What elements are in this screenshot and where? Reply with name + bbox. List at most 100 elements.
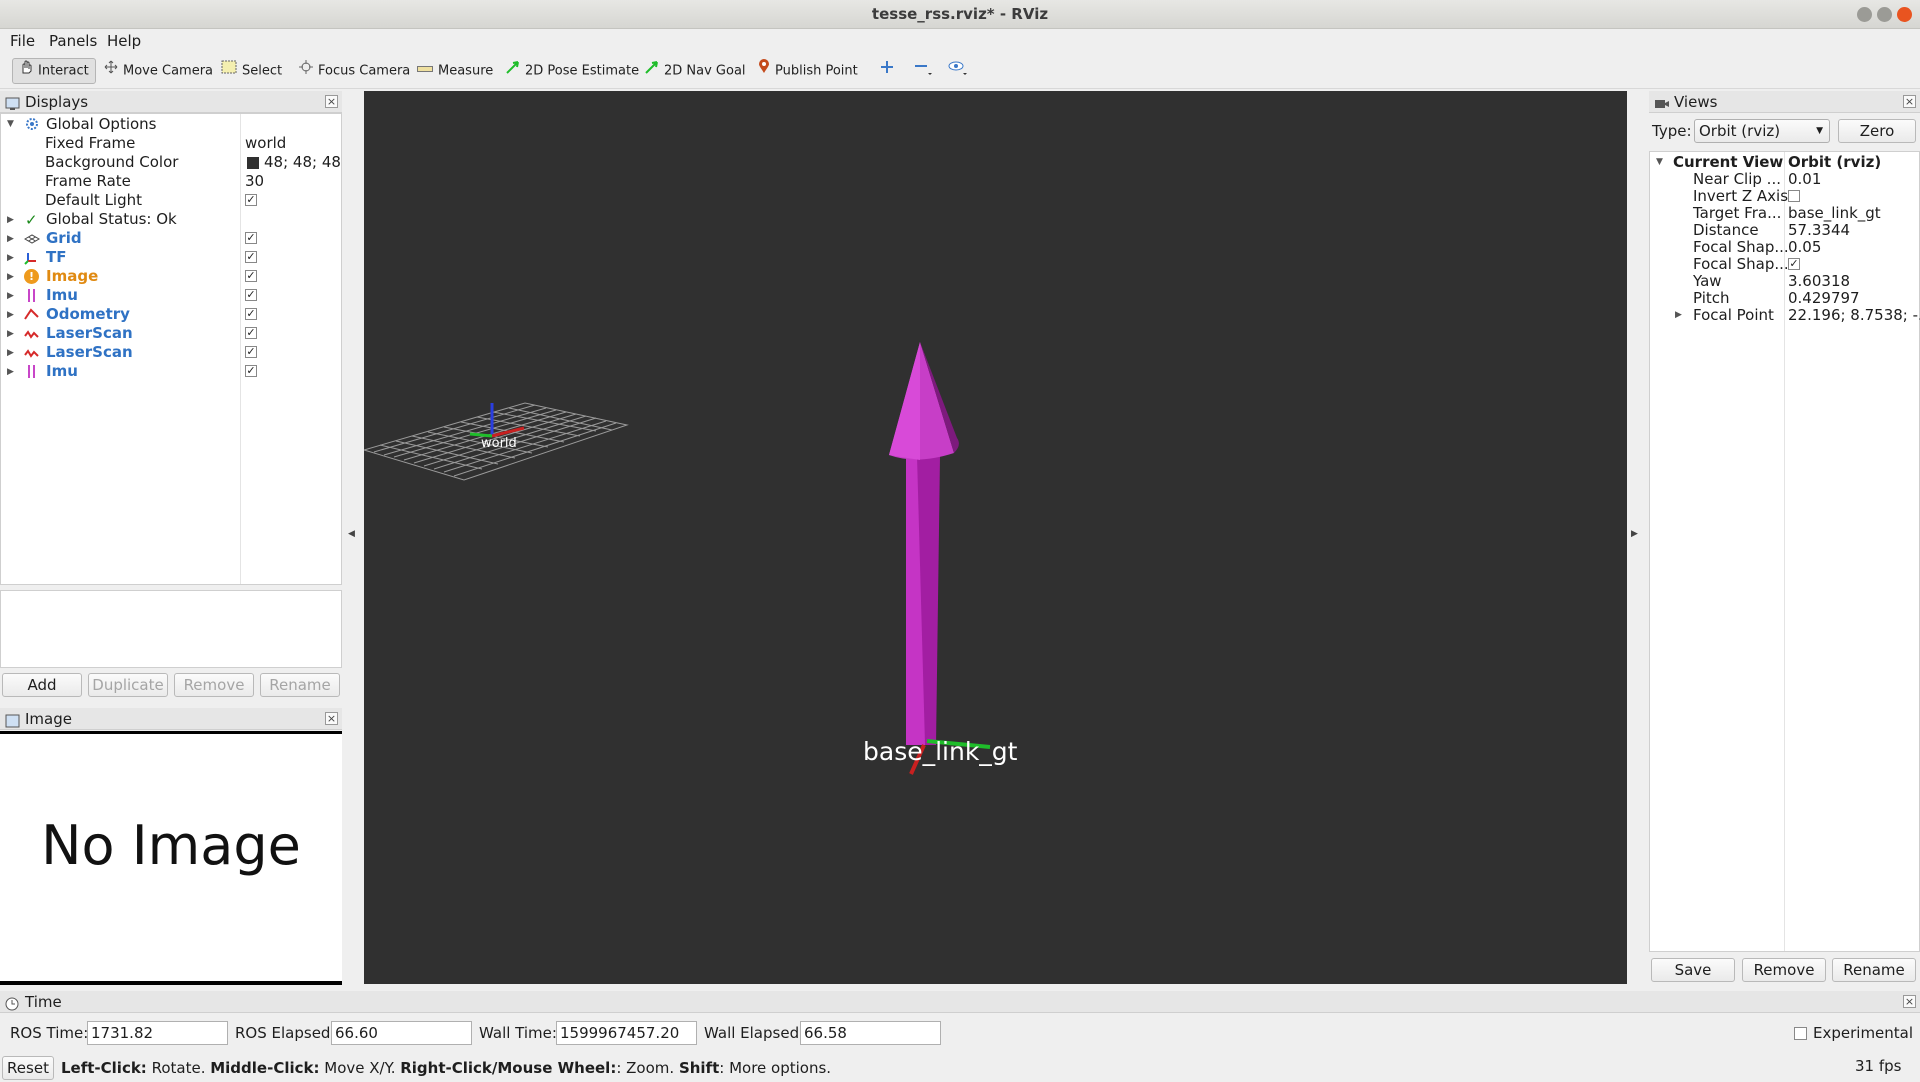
window-title: tesse_rss.rviz* - RViz bbox=[871, 5, 1049, 23]
rename-view-button[interactable]: Rename bbox=[1832, 958, 1916, 982]
plus-icon bbox=[880, 59, 894, 83]
check-ok-icon: ✓ bbox=[25, 211, 38, 229]
dropdown-arrow-icon: ▼ bbox=[1816, 126, 1823, 136]
expand-arrow-icon[interactable]: ▶ bbox=[7, 348, 14, 358]
duplicate-display-button[interactable]: Duplicate bbox=[88, 673, 168, 697]
ros-elapsed-field[interactable]: 66.60 bbox=[331, 1021, 472, 1045]
expand-arrow-icon[interactable]: ▼ bbox=[7, 119, 14, 129]
displays-panel-header: Displays × bbox=[0, 91, 342, 115]
focus-camera-icon bbox=[299, 59, 313, 83]
display-item-checkbox[interactable]: ✓ bbox=[245, 327, 257, 339]
imu-icon bbox=[26, 288, 38, 307]
remove-view-button[interactable]: Remove bbox=[1742, 958, 1826, 982]
view-tools-button[interactable] bbox=[948, 59, 973, 83]
tool-move-camera[interactable]: Move Camera bbox=[104, 59, 213, 83]
displays-close-button[interactable]: × bbox=[325, 95, 338, 108]
display-item-label: TF bbox=[46, 248, 67, 266]
tool-2d-nav-goal[interactable]: 2D Nav Goal bbox=[645, 59, 746, 83]
default-light-checkbox[interactable]: ✓ bbox=[245, 194, 257, 206]
tool-select[interactable]: Select bbox=[221, 59, 282, 83]
wall-elapsed-field[interactable]: 66.58 bbox=[800, 1021, 941, 1045]
close-window-button[interactable] bbox=[1897, 7, 1912, 22]
prop-focal-point-label: Focal Point bbox=[1693, 306, 1774, 324]
collapse-right-handle[interactable]: ▶ bbox=[1631, 529, 1638, 539]
experimental-checkbox[interactable] bbox=[1794, 1027, 1807, 1040]
toolbar: Interact Move Camera Select Focus Camera… bbox=[0, 53, 1920, 89]
reset-button[interactable]: Reset bbox=[2, 1056, 54, 1080]
prop-fixed-frame-label: Fixed Frame bbox=[45, 134, 136, 152]
image-panel-close-button[interactable]: × bbox=[325, 712, 338, 725]
display-item-label: LaserScan bbox=[46, 324, 133, 342]
display-item-checkbox[interactable]: ✓ bbox=[245, 289, 257, 301]
display-item-label: Imu bbox=[46, 286, 78, 304]
add-display-button[interactable]: Add bbox=[2, 673, 82, 697]
status-hint: Left-Click: Rotate. Middle-Click: Move X… bbox=[61, 1059, 832, 1077]
wall-time-field[interactable]: 1599967457.20 bbox=[556, 1021, 697, 1045]
prop-near-clip-value[interactable]: 0.01 bbox=[1788, 170, 1821, 189]
display-item-checkbox[interactable]: ✓ bbox=[245, 232, 257, 244]
remove-display-button[interactable]: Remove bbox=[174, 673, 254, 697]
menu-panels[interactable]: Panels bbox=[49, 32, 97, 50]
tool-publish-point[interactable]: Publish Point bbox=[758, 59, 858, 83]
maximize-button[interactable] bbox=[1877, 7, 1892, 22]
camera-icon bbox=[1654, 95, 1670, 117]
tool-focus-camera[interactable]: Focus Camera bbox=[299, 59, 410, 83]
expand-arrow-icon[interactable]: ▶ bbox=[7, 329, 14, 339]
global-status-label[interactable]: Global Status: Ok bbox=[46, 210, 177, 229]
save-view-button[interactable]: Save bbox=[1651, 958, 1735, 982]
tool-interact[interactable]: Interact bbox=[12, 58, 96, 84]
menu-help[interactable]: Help bbox=[107, 32, 141, 50]
expand-arrow-icon[interactable]: ▶ bbox=[7, 253, 14, 263]
minimize-button[interactable] bbox=[1857, 7, 1872, 22]
display-item-label: Grid bbox=[46, 229, 82, 247]
window-titlebar: tesse_rss.rviz* - RViz bbox=[0, 0, 1920, 29]
tool-measure[interactable]: Measure bbox=[417, 59, 493, 83]
prop-frame-rate-value[interactable]: 30 bbox=[245, 172, 264, 191]
menu-file[interactable]: File bbox=[10, 32, 35, 50]
display-item-label: Image bbox=[46, 267, 99, 285]
view-type-select[interactable]: Orbit (rviz) ▼ bbox=[1694, 119, 1830, 143]
tool-2d-pose-estimate[interactable]: 2D Pose Estimate bbox=[506, 59, 639, 83]
expand-arrow-icon[interactable]: ▶ bbox=[7, 234, 14, 244]
collapse-left-handle[interactable]: ◀ bbox=[348, 529, 355, 539]
display-item-checkbox[interactable]: ✓ bbox=[245, 346, 257, 358]
render-viewport[interactable]: world base_link_gt bbox=[364, 91, 1627, 984]
prop-fixed-frame-value[interactable]: world bbox=[245, 134, 286, 153]
prop-focal-point-value[interactable]: 22.196; 8.7538; -... bbox=[1788, 306, 1920, 325]
expand-arrow-icon[interactable]: ▶ bbox=[7, 291, 14, 301]
expand-arrow-icon[interactable]: ▶ bbox=[7, 310, 14, 320]
focal-shape-fixed-checkbox[interactable]: ✓ bbox=[1788, 258, 1800, 270]
select-icon bbox=[221, 59, 237, 83]
expand-arrow-icon[interactable]: ▼ bbox=[1656, 157, 1663, 167]
prop-frame-rate-label: Frame Rate bbox=[45, 172, 131, 190]
zero-view-button[interactable]: Zero bbox=[1838, 119, 1916, 143]
display-item-checkbox[interactable]: ✓ bbox=[245, 365, 257, 377]
imu-icon bbox=[26, 364, 38, 383]
menu-bar: File Panels Help bbox=[0, 29, 1920, 53]
remove-tool-button[interactable] bbox=[914, 59, 937, 83]
display-item-checkbox[interactable]: ✓ bbox=[245, 308, 257, 320]
image-panel-header: Image × bbox=[0, 708, 342, 730]
grid-icon bbox=[23, 232, 41, 250]
rename-display-button[interactable]: Rename bbox=[260, 673, 340, 697]
expand-arrow-icon[interactable]: ▶ bbox=[7, 272, 14, 282]
display-item-checkbox[interactable]: ✓ bbox=[245, 270, 257, 282]
invert-z-checkbox[interactable] bbox=[1788, 190, 1800, 202]
color-swatch[interactable] bbox=[247, 157, 259, 169]
pose-estimate-arrow-icon bbox=[506, 59, 520, 83]
prop-background-color-value[interactable]: 48; 48; 48 bbox=[264, 153, 341, 172]
display-item-label: LaserScan bbox=[46, 343, 133, 361]
odometry-icon bbox=[24, 307, 40, 325]
views-panel-header: Views × bbox=[1649, 91, 1920, 113]
expand-arrow-icon[interactable]: ▶ bbox=[7, 215, 14, 225]
image-panel-title: Image bbox=[25, 710, 72, 728]
time-panel-close-button[interactable]: × bbox=[1903, 995, 1916, 1008]
display-item-checkbox[interactable]: ✓ bbox=[245, 251, 257, 263]
expand-arrow-icon[interactable]: ▶ bbox=[1675, 310, 1682, 320]
expand-arrow-icon[interactable]: ▶ bbox=[7, 367, 14, 377]
prop-focal-shape-size-value[interactable]: 0.05 bbox=[1788, 238, 1821, 257]
global-options-label[interactable]: Global Options bbox=[46, 115, 157, 134]
views-close-button[interactable]: × bbox=[1903, 95, 1916, 108]
ros-time-field[interactable]: 1731.82 bbox=[87, 1021, 228, 1045]
add-tool-button[interactable] bbox=[880, 59, 899, 83]
